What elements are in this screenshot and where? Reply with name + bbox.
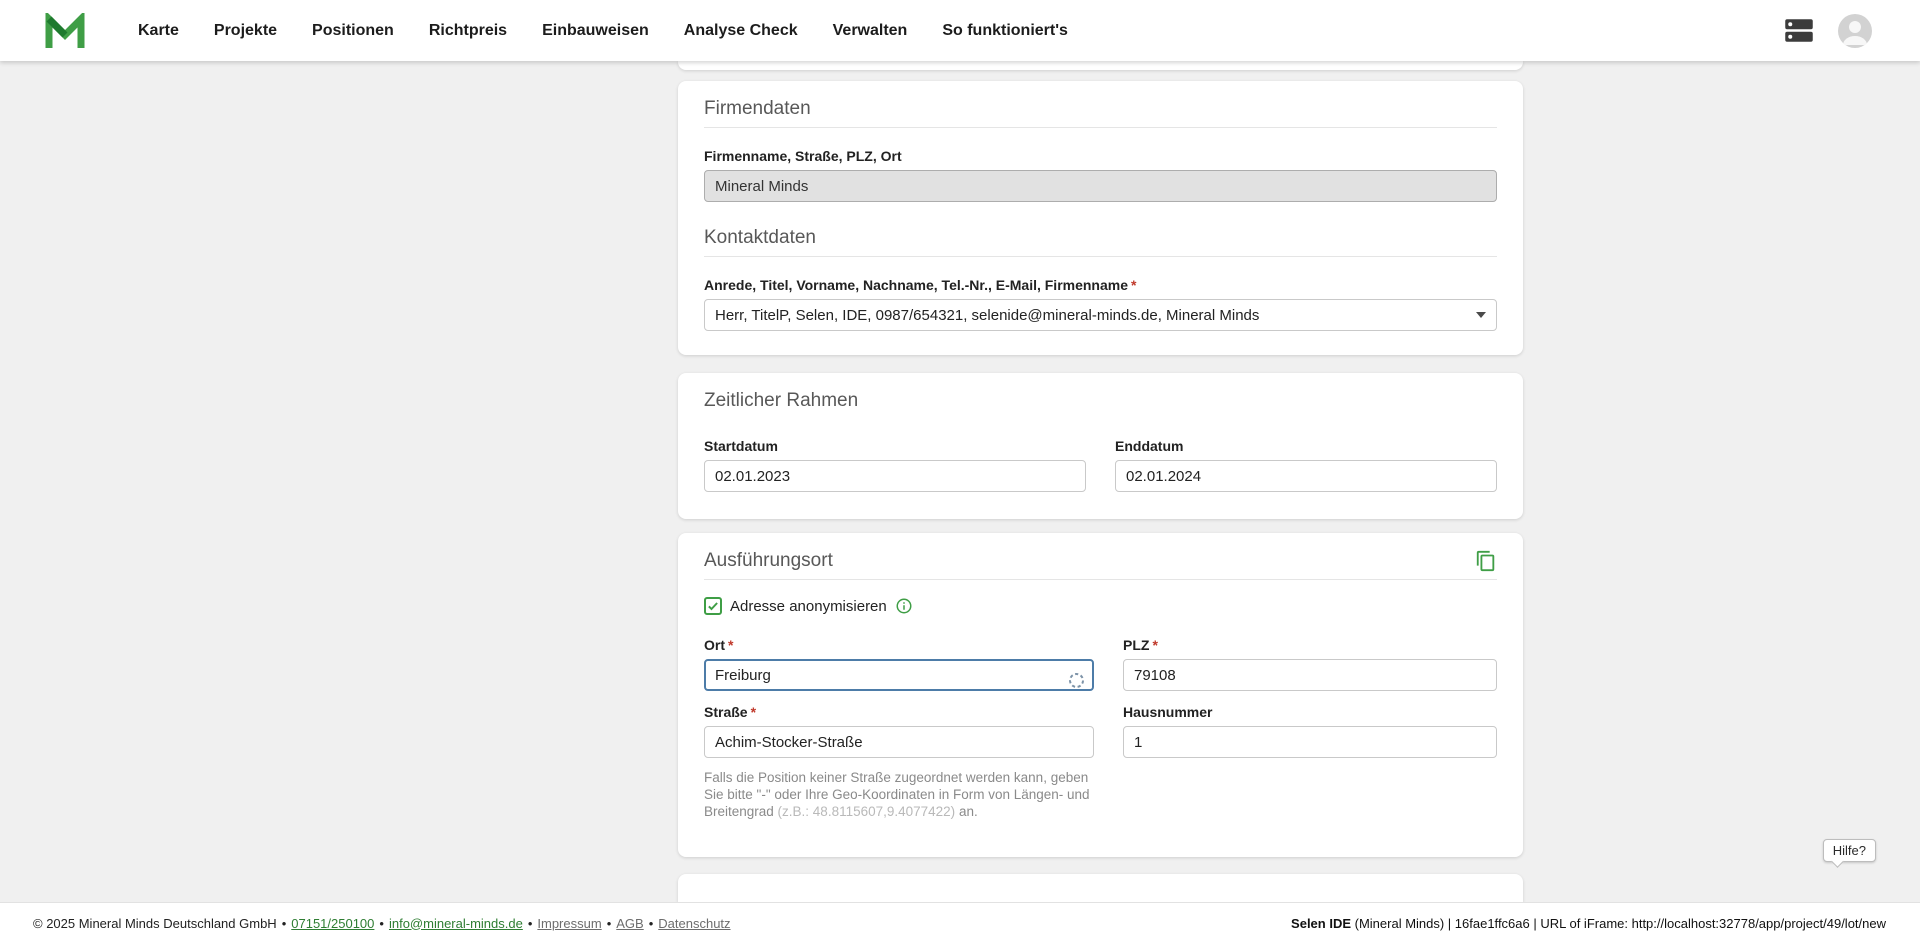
company-input[interactable]: [704, 170, 1497, 202]
hausnummer-label: Hausnummer: [1123, 704, 1497, 721]
nav-item-positionen[interactable]: Positionen: [312, 22, 394, 40]
footer-email-link[interactable]: info@mineral-minds.de: [389, 916, 523, 931]
enddatum-label: Enddatum: [1115, 438, 1497, 455]
card-partial-top: [678, 61, 1523, 70]
anonymize-label: Adresse anonymisieren: [730, 598, 887, 615]
card-partial-bottom: [678, 874, 1523, 902]
plz-label: PLZ*: [1123, 637, 1497, 654]
strasse-hint: Falls die Position keiner Straße zugeord…: [704, 769, 1094, 820]
footer-impressum-link[interactable]: Impressum: [537, 916, 601, 931]
card-zeitlicher-rahmen: Zeitlicher Rahmen Startdatum Enddatum: [678, 373, 1523, 519]
copyright-text: © 2025 Mineral Minds Deutschland GmbH: [33, 916, 277, 931]
info-icon[interactable]: [895, 597, 913, 615]
strasse-label: Straße*: [704, 704, 1094, 721]
logo-icon: [44, 13, 86, 49]
nav-item-karte[interactable]: Karte: [138, 22, 179, 40]
nav-item-so-funktionierts[interactable]: So funktioniert's: [942, 22, 1068, 40]
nav-item-einbauweisen[interactable]: Einbauweisen: [542, 22, 649, 40]
footer-debug-info: Selen IDE (Mineral Minds) | 16fae1ffc6a6…: [1291, 916, 1886, 931]
card-ausfuehrungsort: Ausführungsort Adresse anonymisieren Ort…: [678, 533, 1523, 857]
anonymize-row: Adresse anonymisieren: [704, 597, 1497, 615]
ort-field: Ort*: [704, 637, 1094, 691]
ort-label: Ort*: [704, 637, 1094, 654]
nav-item-richtpreis[interactable]: Richtpreis: [429, 22, 507, 40]
startdatum-input[interactable]: [704, 460, 1086, 492]
navbar-right: [1784, 14, 1872, 48]
footer: © 2025 Mineral Minds Deutschland GmbH • …: [0, 902, 1920, 943]
nav-item-projekte[interactable]: Projekte: [214, 22, 277, 40]
hausnummer-input[interactable]: [1123, 726, 1497, 758]
footer-datenschutz-link[interactable]: Datenschutz: [658, 916, 730, 931]
contact-label: Anrede, Titel, Vorname, Nachname, Tel.-N…: [704, 277, 1497, 294]
ort-input[interactable]: [704, 659, 1094, 691]
required-marker: *: [1152, 637, 1157, 653]
top-navbar: Karte Projekte Positionen Richtpreis Ein…: [0, 0, 1920, 61]
required-marker: *: [751, 704, 756, 720]
enddatum-field: Enddatum: [1115, 438, 1497, 492]
card-title-firmendaten: Firmendaten: [704, 81, 1497, 121]
startdatum-label: Startdatum: [704, 438, 1086, 455]
contact-select-value: Herr, TitelP, Selen, IDE, 0987/654321, s…: [715, 307, 1259, 324]
copy-icon[interactable]: [1475, 550, 1497, 572]
footer-left: © 2025 Mineral Minds Deutschland GmbH • …: [33, 916, 731, 931]
user-avatar[interactable]: [1838, 14, 1872, 48]
footer-agb-link[interactable]: AGB: [616, 916, 643, 931]
help-button[interactable]: Hilfe?: [1823, 839, 1876, 862]
strasse-field: Straße*: [704, 704, 1094, 758]
hausnummer-field: Hausnummer: [1123, 704, 1497, 758]
required-marker: *: [1131, 277, 1136, 293]
required-marker: *: [728, 637, 733, 653]
check-icon: [707, 600, 719, 612]
card-firmendaten: Firmendaten Firmenname, Straße, PLZ, Ort…: [678, 81, 1523, 355]
footer-phone-link[interactable]: 07151/250100: [291, 916, 374, 931]
divider: [704, 127, 1497, 128]
divider: [704, 579, 1497, 580]
divider: [704, 256, 1497, 257]
plz-input[interactable]: [1123, 659, 1497, 691]
loading-spinner-icon: [1068, 672, 1085, 694]
enddatum-input[interactable]: [1115, 460, 1497, 492]
mineral-minds-logo[interactable]: [44, 13, 86, 49]
main-menu: Karte Projekte Positionen Richtpreis Ein…: [138, 22, 1068, 40]
nav-item-verwalten[interactable]: Verwalten: [833, 22, 908, 40]
chevron-down-icon: [1476, 312, 1486, 318]
contact-select[interactable]: Herr, TitelP, Selen, IDE, 0987/654321, s…: [704, 299, 1497, 331]
card-title-kontaktdaten: Kontaktdaten: [704, 226, 1497, 250]
card-title-zeitlicher-rahmen: Zeitlicher Rahmen: [704, 373, 1497, 413]
company-label: Firmenname, Straße, PLZ, Ort: [704, 148, 1497, 165]
anonymize-checkbox[interactable]: [704, 597, 722, 615]
card-title-ausfuehrungsort: Ausführungsort: [704, 549, 833, 573]
server-icon[interactable]: [1784, 18, 1814, 43]
startdatum-field: Startdatum: [704, 438, 1086, 492]
nav-item-analyse-check[interactable]: Analyse Check: [684, 22, 798, 40]
plz-field: PLZ*: [1123, 637, 1497, 691]
strasse-input[interactable]: [704, 726, 1094, 758]
